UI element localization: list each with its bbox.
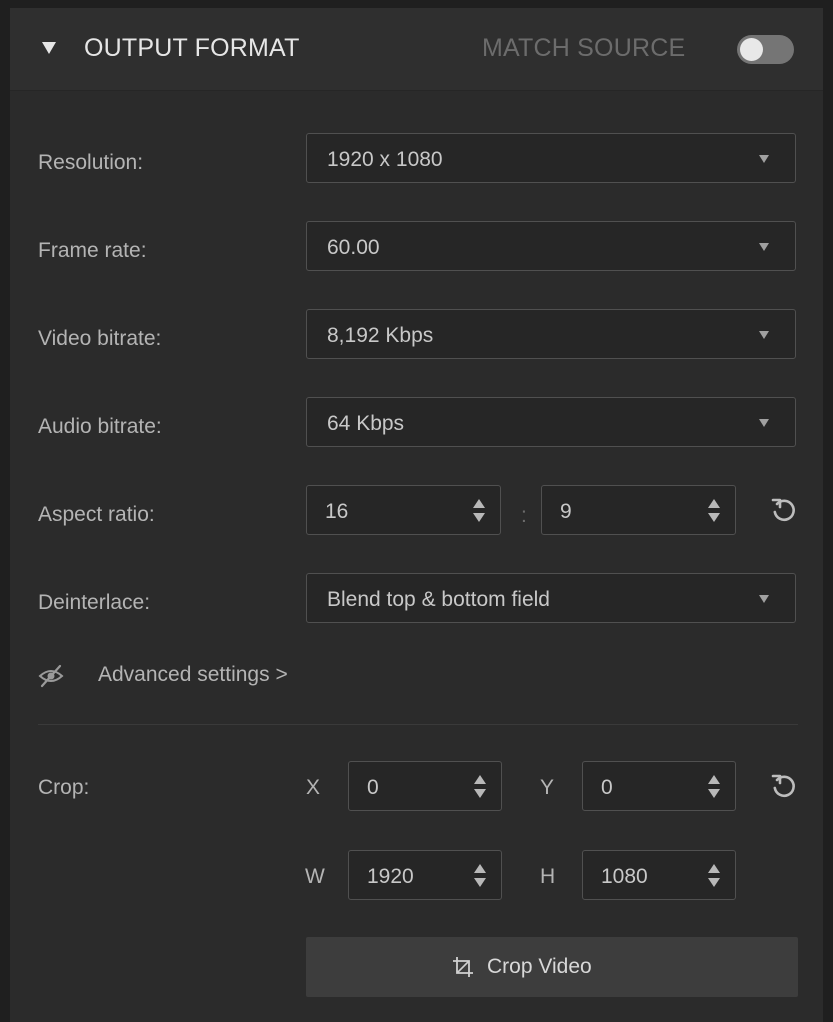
video-bitrate-label: Video bitrate: xyxy=(38,327,162,350)
section-divider xyxy=(38,724,798,725)
spinner-arrows-icon[interactable] xyxy=(473,775,487,799)
crop-x-label: X xyxy=(306,776,321,799)
caret-down-icon xyxy=(759,595,769,603)
crop-h-value: 1080 xyxy=(601,865,648,888)
crop-w-stepper[interactable]: 1920 xyxy=(348,850,502,900)
crop-label: Crop: xyxy=(38,776,90,799)
audio-bitrate-label: Audio bitrate: xyxy=(38,415,162,438)
caret-down-icon xyxy=(759,331,769,339)
frame-rate-select[interactable]: 60.00 xyxy=(306,221,796,271)
spinner-arrows-icon[interactable] xyxy=(472,499,486,523)
deinterlace-label: Deinterlace: xyxy=(38,591,151,614)
video-bitrate-select[interactable]: 8,192 Kbps xyxy=(306,309,796,359)
deinterlace-select[interactable]: Blend top & bottom field xyxy=(306,573,796,623)
crop-x-value: 0 xyxy=(367,776,379,799)
spinner-arrows-icon[interactable] xyxy=(707,775,721,799)
spinner-arrows-icon[interactable] xyxy=(707,499,721,523)
crop-video-button[interactable]: Crop Video xyxy=(306,937,798,997)
aspect-separator: : xyxy=(521,504,527,527)
aspect-height-value: 9 xyxy=(560,500,572,523)
crop-h-label: H xyxy=(540,865,556,888)
caret-down-icon xyxy=(759,155,769,163)
caret-down-icon xyxy=(759,419,769,427)
resolution-select[interactable]: 1920 x 1080 xyxy=(306,133,796,183)
match-source-toggle[interactable] xyxy=(737,35,794,64)
aspect-ratio-label: Aspect ratio: xyxy=(38,503,155,526)
crop-w-value: 1920 xyxy=(367,865,414,888)
crop-icon xyxy=(453,957,473,977)
advanced-settings-link[interactable]: Advanced settings > xyxy=(98,663,288,687)
deinterlace-value: Blend top & bottom field xyxy=(327,588,550,611)
spinner-arrows-icon[interactable] xyxy=(707,864,721,888)
reset-icon[interactable] xyxy=(770,496,798,524)
aspect-height-stepper[interactable]: 9 xyxy=(541,485,736,535)
crop-video-label: Crop Video xyxy=(487,955,592,978)
aspect-width-stepper[interactable]: 16 xyxy=(306,485,501,535)
crop-h-stepper[interactable]: 1080 xyxy=(582,850,736,900)
panel-title: OUTPUT FORMAT xyxy=(84,34,300,62)
crop-x-stepper[interactable]: 0 xyxy=(348,761,502,811)
eye-slash-icon[interactable] xyxy=(38,663,64,689)
toggle-knob xyxy=(740,38,763,61)
spinner-arrows-icon[interactable] xyxy=(473,864,487,888)
audio-bitrate-value: 64 Kbps xyxy=(327,412,405,435)
aspect-width-value: 16 xyxy=(325,500,349,523)
match-source-label: MATCH SOURCE xyxy=(482,34,686,62)
video-bitrate-value: 8,192 Kbps xyxy=(327,324,434,347)
panel-header[interactable]: OUTPUT FORMAT MATCH SOURCE xyxy=(10,8,823,91)
reset-icon[interactable] xyxy=(770,772,798,800)
resolution-label: Resolution: xyxy=(38,151,144,174)
crop-y-stepper[interactable]: 0 xyxy=(582,761,736,811)
crop-w-label: W xyxy=(305,865,325,888)
frame-rate-value: 60.00 xyxy=(327,236,380,259)
crop-y-value: 0 xyxy=(601,776,613,799)
crop-y-label: Y xyxy=(540,776,555,799)
caret-down-icon xyxy=(759,243,769,251)
audio-bitrate-select[interactable]: 64 Kbps xyxy=(306,397,796,447)
resolution-value: 1920 x 1080 xyxy=(327,148,443,171)
output-format-panel: OUTPUT FORMAT MATCH SOURCE Resolution: 1… xyxy=(10,8,823,1022)
frame-rate-label: Frame rate: xyxy=(38,239,147,262)
collapse-triangle-icon[interactable] xyxy=(42,42,56,54)
